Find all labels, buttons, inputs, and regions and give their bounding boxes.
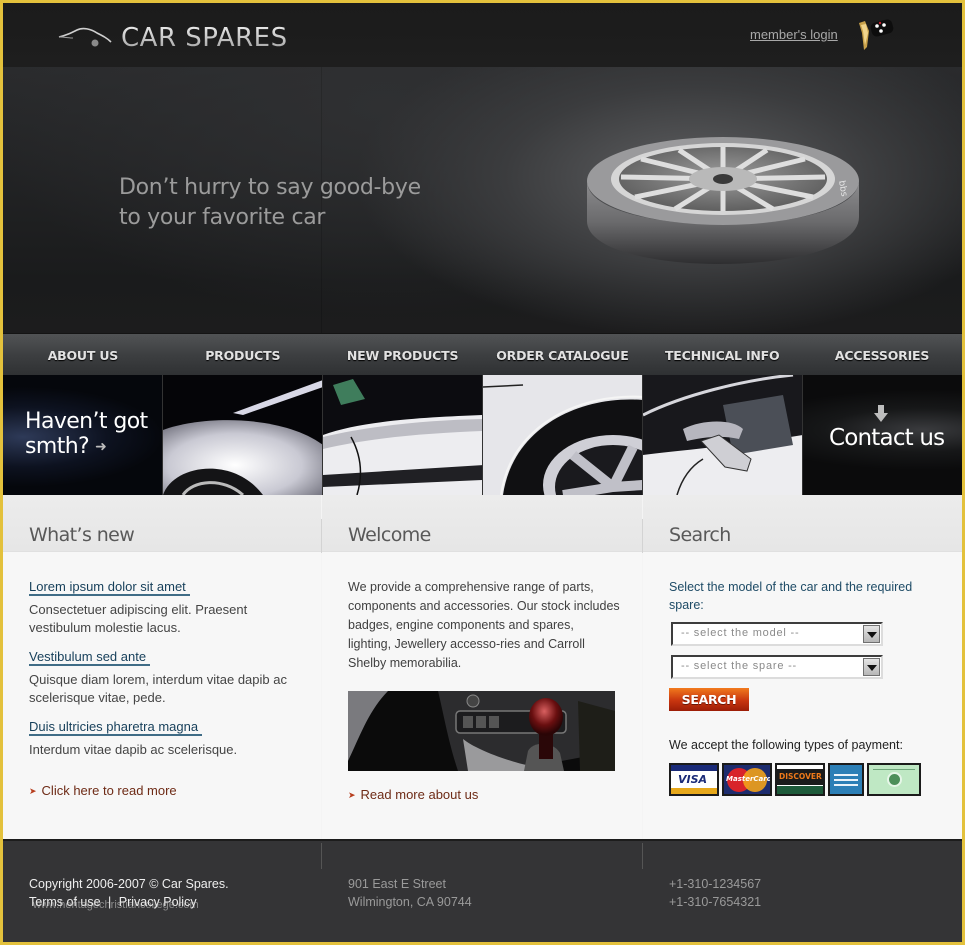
footer: Copyright 2006-2007 © Car Spares. Terms … <box>3 839 962 942</box>
phone-1: +1-310-1234567 <box>669 877 762 891</box>
nav-accessories[interactable]: ACCESSORIES <box>802 334 962 375</box>
read-more-news-link[interactable]: ➤ Click here to read more <box>29 783 295 798</box>
search-title: Search <box>669 524 731 546</box>
read-more-about-link[interactable]: ➤ Read more about us <box>348 787 616 802</box>
car-silhouette-icon <box>58 27 112 47</box>
news-item-text: Quisque diam lorem, interdum vitae dapib… <box>29 672 287 705</box>
payment-label: We accept the following types of payment… <box>669 738 903 752</box>
havent-got-text: Haven’t got smth? ➜ <box>25 409 148 460</box>
chevron-down-icon[interactable] <box>863 658 880 676</box>
car-door-window-image <box>323 375 483 495</box>
discover-card-icon: DISCOVER <box>775 763 825 796</box>
search-body: Select the model of the car and the requ… <box>643 552 962 839</box>
address-line1: 901 East E Street <box>348 877 446 891</box>
search-button[interactable]: SEARCH <box>669 688 749 711</box>
footer-divider <box>642 843 643 869</box>
welcome-body: We provide a comprehensive range of part… <box>322 552 642 839</box>
hero-tagline: Don’t hurry to say good-bye to your favo… <box>119 173 421 233</box>
welcome-header: Welcome <box>322 495 642 552</box>
address-line2: Wilmington, CA 90744 <box>348 895 472 909</box>
footer-address: 901 East E Street Wilmington, CA 90744 <box>348 875 472 911</box>
hero-banner: Don’t hurry to say good-bye to your favo… <box>3 67 962 333</box>
whats-new-title: What’s new <box>29 524 135 546</box>
chevron-down-icon[interactable] <box>863 625 880 643</box>
footer-copyright-block: Copyright 2006-2007 © Car Spares. Terms … <box>29 875 229 911</box>
nav-technical-info[interactable]: TECHNICAL INFO <box>642 334 802 375</box>
hero-tagline-line2: to your favorite car <box>119 205 326 230</box>
car-wheel-arch-image <box>483 375 643 495</box>
promo-line2: smth? <box>25 434 90 459</box>
payment-cards: VISA MasterCard DISCOVER <box>669 763 936 796</box>
spare-select-value: -- select the spare -- <box>681 660 798 672</box>
news-item-title[interactable]: Duis ultricies pharetra magna <box>29 720 203 736</box>
arrow-bullet-icon: ➤ <box>29 786 37 796</box>
welcome-title: Welcome <box>348 524 431 546</box>
model-select[interactable]: -- select the model -- <box>671 622 883 646</box>
arrow-down-icon <box>874 405 888 422</box>
mastercard-icon: MasterCard <box>722 763 772 796</box>
nav-products[interactable]: PRODUCTS <box>163 334 323 375</box>
arrow-right-icon: ➜ <box>95 438 107 455</box>
spare-select[interactable]: -- select the spare -- <box>671 655 883 679</box>
logo-text[interactable]: CAR SPARES <box>121 23 288 53</box>
hero-tagline-line1: Don’t hurry to say good-bye <box>119 175 421 200</box>
footer-phones: +1-310-1234567 +1-310-7654321 <box>669 875 761 911</box>
car-side-mirror-image <box>643 375 803 495</box>
content-area: What’s new Lorem ipsum dolor sit amet Co… <box>3 495 962 839</box>
whats-new-body: Lorem ipsum dolor sit amet Consectetuer … <box>3 552 321 839</box>
havent-got-promo[interactable]: Haven’t got smth? ➜ <box>3 375 163 495</box>
nav-about-us[interactable]: ABOUT US <box>3 334 163 375</box>
read-more-news-label: Click here to read more <box>41 783 177 798</box>
nav-new-products[interactable]: NEW PRODUCTS <box>323 334 483 375</box>
link-divider: | <box>108 895 112 909</box>
read-more-about-label: Read more about us <box>360 787 479 802</box>
welcome-text: We provide a comprehensive range of part… <box>348 580 620 670</box>
car-front-fender-image <box>163 375 323 495</box>
cash-icon <box>867 763 921 796</box>
welcome-section: Welcome We provide a comprehensive range… <box>322 495 642 839</box>
whats-new-section: What’s new Lorem ipsum dolor sit amet Co… <box>3 495 321 839</box>
top-bar: CAR SPARES member's login <box>3 3 962 67</box>
privacy-policy-link[interactable]: Privacy Policy <box>119 895 197 909</box>
nav-order-catalogue[interactable]: ORDER CATALOGUE <box>482 334 642 375</box>
news-item-title[interactable]: Lorem ipsum dolor sit amet <box>29 580 190 596</box>
arrow-bullet-icon: ➤ <box>348 790 356 800</box>
promo-strip: Haven’t got smth? ➜ Contact us <box>3 375 962 495</box>
contact-us-text: Contact us <box>829 425 945 451</box>
members-login-link[interactable]: member's login <box>750 27 838 42</box>
news-item-text: Consectetuer adipiscing elit. Praesent v… <box>29 602 248 635</box>
model-select-value: -- select the model -- <box>681 627 800 639</box>
tire-wheel-image: bbs <box>587 137 859 265</box>
car-keys-icon[interactable] <box>851 17 897 55</box>
whats-new-header: What’s new <box>3 495 321 552</box>
footer-links: Terms of use | Privacy Policy www.herita… <box>29 893 229 911</box>
contact-us-promo[interactable]: Contact us <box>803 375 962 495</box>
visa-card-icon: VISA <box>669 763 719 796</box>
terms-of-use-link[interactable]: Terms of use <box>29 895 101 909</box>
promo-line1: Haven’t got <box>25 409 148 434</box>
phone-2: +1-310-7654321 <box>669 895 762 909</box>
search-intro: Select the model of the car and the requ… <box>669 580 913 612</box>
gear-shift-image <box>348 691 615 771</box>
main-nav: ABOUT US PRODUCTS NEW PRODUCTS ORDER CAT… <box>3 333 962 375</box>
news-item-text: Interdum vitae dapib ac scelerisque. <box>29 742 238 757</box>
search-section: Search Select the model of the car and t… <box>643 495 962 839</box>
page: CAR SPARES member's login Don’t hurry to… <box>3 3 962 942</box>
amex-card-icon <box>828 763 864 796</box>
copyright-text: Copyright 2006-2007 © Car Spares. <box>29 877 229 891</box>
news-item-title[interactable]: Vestibulum sed ante <box>29 650 151 666</box>
search-header: Search <box>643 495 962 552</box>
footer-divider <box>321 843 322 869</box>
